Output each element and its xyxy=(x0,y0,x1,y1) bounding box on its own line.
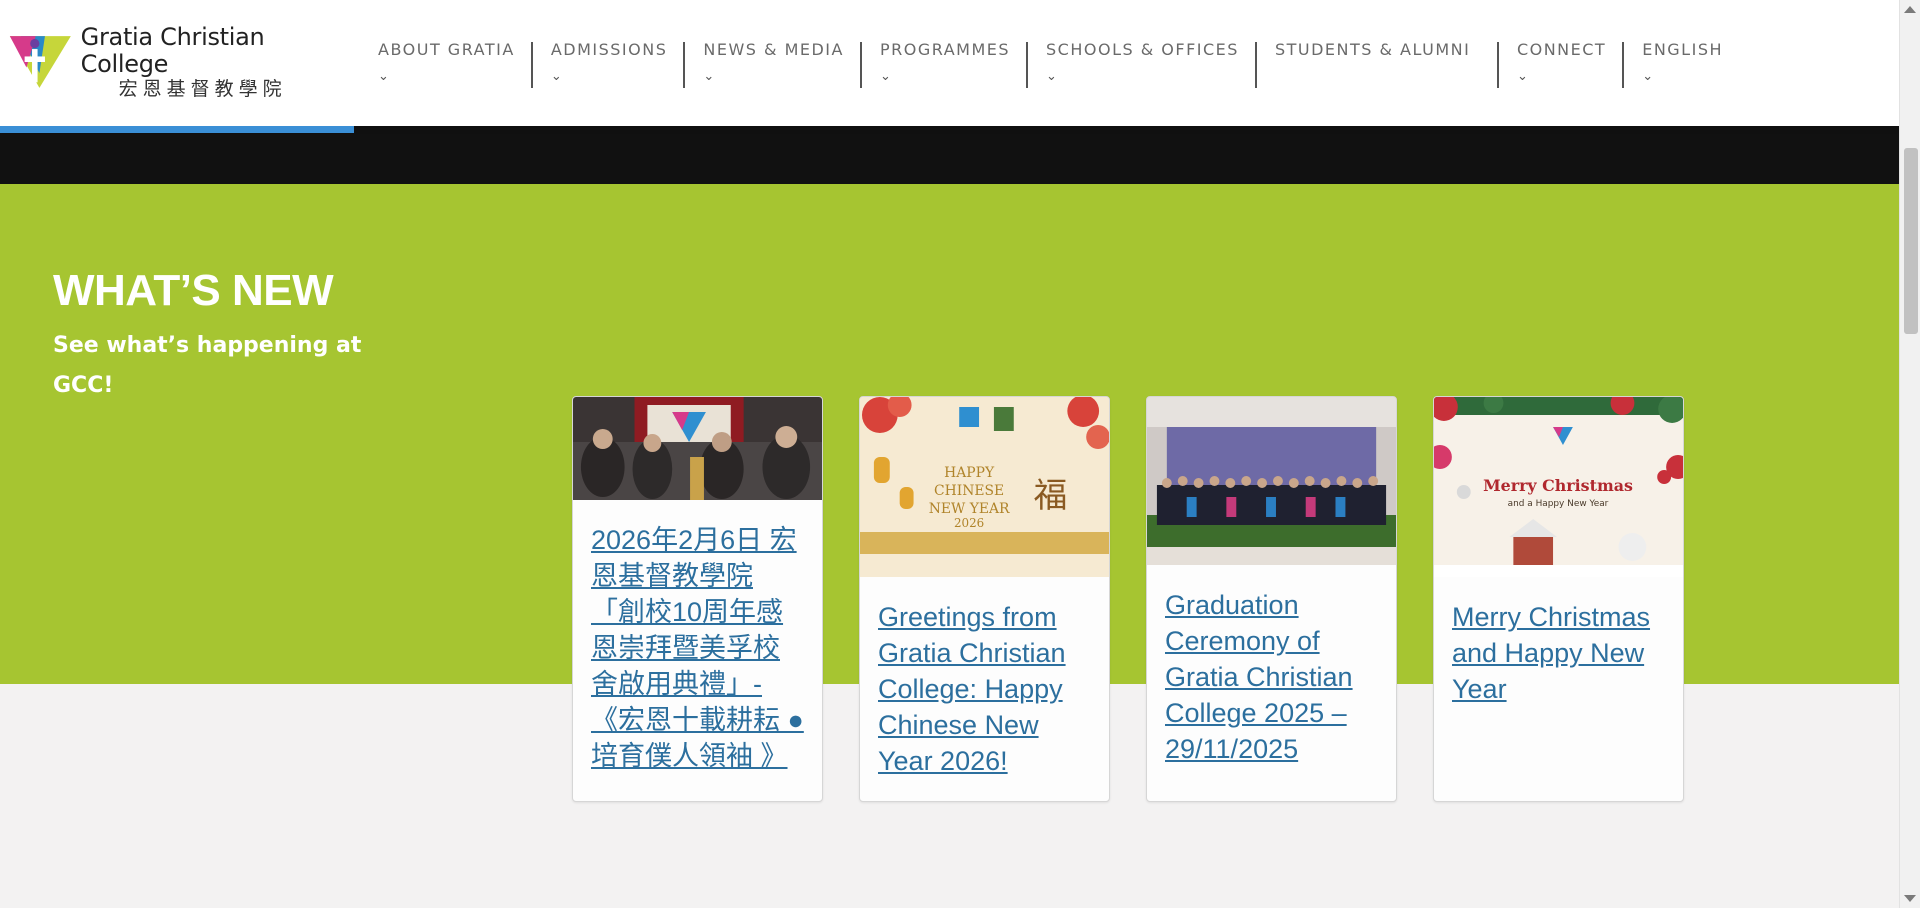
nav-students-alumni[interactable]: STUDENTS & ALUMNI xyxy=(1257,36,1499,92)
news-card-link[interactable]: Merry Christmas and Happy New Year xyxy=(1434,577,1683,707)
nav-label: ABOUT GRATIA xyxy=(378,40,515,59)
college-name-zh: 宏恩基督教學院 xyxy=(118,77,287,100)
chevron-down-icon: ⌄ xyxy=(378,69,391,84)
svg-text:and a Happy New Year: and a Happy New Year xyxy=(1508,499,1609,509)
svg-text:HAPPY: HAPPY xyxy=(944,465,995,481)
site-header: Gratia Christian College 宏恩基督教學院 ABOUT G… xyxy=(0,0,1899,126)
nav-label: SCHOOLS & OFFICES xyxy=(1046,40,1239,59)
news-card-link[interactable]: Graduation Ceremony of Gratia Christian … xyxy=(1147,565,1396,767)
whats-new-section: WHAT’S NEW See what’s happening at GCC! xyxy=(0,184,1899,802)
nav-label: PROGRAMMES xyxy=(879,40,1011,59)
chevron-down-icon: ⌄ xyxy=(1046,69,1059,84)
news-card-link[interactable]: Greetings from Gratia Christian College:… xyxy=(860,577,1109,779)
site-logo[interactable]: Gratia Christian College 宏恩基督教學院 xyxy=(8,24,338,99)
news-card[interactable]: HAPPY CHINESE NEW YEAR 2026 福 Greetings … xyxy=(859,396,1110,802)
nav-label: ADMISSIONS xyxy=(550,40,668,59)
college-name-en: Gratia Christian College xyxy=(80,23,265,78)
graduation-group-photo-icon[interactable] xyxy=(1147,397,1396,565)
nav-admissions[interactable]: ADMISSIONS ⌄ xyxy=(533,36,686,92)
svg-text:CHINESE: CHINESE xyxy=(934,483,1004,499)
news-card[interactable]: 2026年2月6日 宏恩基督教學院「創校10周年感恩崇拜暨美孚校舍啟用典禮」-《… xyxy=(572,396,823,802)
nav-programmes[interactable]: PROGRAMMES ⌄ xyxy=(862,36,1029,92)
nav-schools-offices[interactable]: SCHOOLS & OFFICES ⌄ xyxy=(1028,36,1257,92)
nav-connect[interactable]: CONNECT ⌄ xyxy=(1499,36,1625,92)
news-card[interactable]: Graduation Ceremony of Gratia Christian … xyxy=(1146,396,1397,802)
nav-news-media[interactable]: NEWS & MEDIA ⌄ xyxy=(685,36,862,92)
svg-text:福: 福 xyxy=(1034,476,1068,515)
chevron-down-icon: ⌄ xyxy=(703,69,716,84)
scroll-progress-bar xyxy=(0,126,354,133)
svg-text:2026: 2026 xyxy=(954,516,984,530)
ceremony-photo-icon[interactable] xyxy=(573,397,822,500)
page-scrollbar[interactable] xyxy=(1899,0,1920,908)
dark-banner-strip xyxy=(0,126,1899,184)
college-emblem-icon xyxy=(9,36,71,88)
nav-label: CONNECT xyxy=(1516,40,1607,59)
chevron-down-icon: ⌄ xyxy=(550,69,564,84)
svg-text:Merry Christmas: Merry Christmas xyxy=(1483,476,1633,495)
svg-text:NEW YEAR: NEW YEAR xyxy=(929,501,1010,517)
main-nav: ABOUT GRATIA ⌄ ADMISSIONS ⌄ NEWS & MEDIA… xyxy=(360,36,1741,92)
whats-new-subtitle: See what’s happening at GCC! xyxy=(53,333,362,398)
nav-language[interactable]: ENGLISH ⌄ xyxy=(1624,36,1741,92)
nav-about-gratia[interactable]: ABOUT GRATIA ⌄ xyxy=(360,36,533,92)
chevron-down-icon: ⌄ xyxy=(1516,69,1530,84)
chevron-down-icon: ⌄ xyxy=(879,69,893,84)
nav-label: STUDENTS & ALUMNI xyxy=(1274,40,1471,59)
scrollbar-thumb[interactable] xyxy=(1904,148,1918,334)
chinese-new-year-card-icon[interactable]: HAPPY CHINESE NEW YEAR 2026 福 xyxy=(860,397,1109,577)
news-card-link[interactable]: 2026年2月6日 宏恩基督教學院「創校10周年感恩崇拜暨美孚校舍啟用典禮」-《… xyxy=(573,500,822,774)
whats-new-title: WHAT’S NEW xyxy=(53,266,334,315)
scroll-up-arrow-icon[interactable] xyxy=(1904,6,1916,13)
nav-label: NEWS & MEDIA xyxy=(703,40,844,59)
nav-label: ENGLISH xyxy=(1642,40,1723,59)
news-card[interactable]: Merry Christmas and a Happy New Year Mer… xyxy=(1433,396,1684,802)
scroll-down-arrow-icon[interactable] xyxy=(1904,895,1916,902)
christmas-card-icon[interactable]: Merry Christmas and a Happy New Year xyxy=(1434,397,1683,577)
chevron-down-icon: ⌄ xyxy=(1642,69,1655,84)
